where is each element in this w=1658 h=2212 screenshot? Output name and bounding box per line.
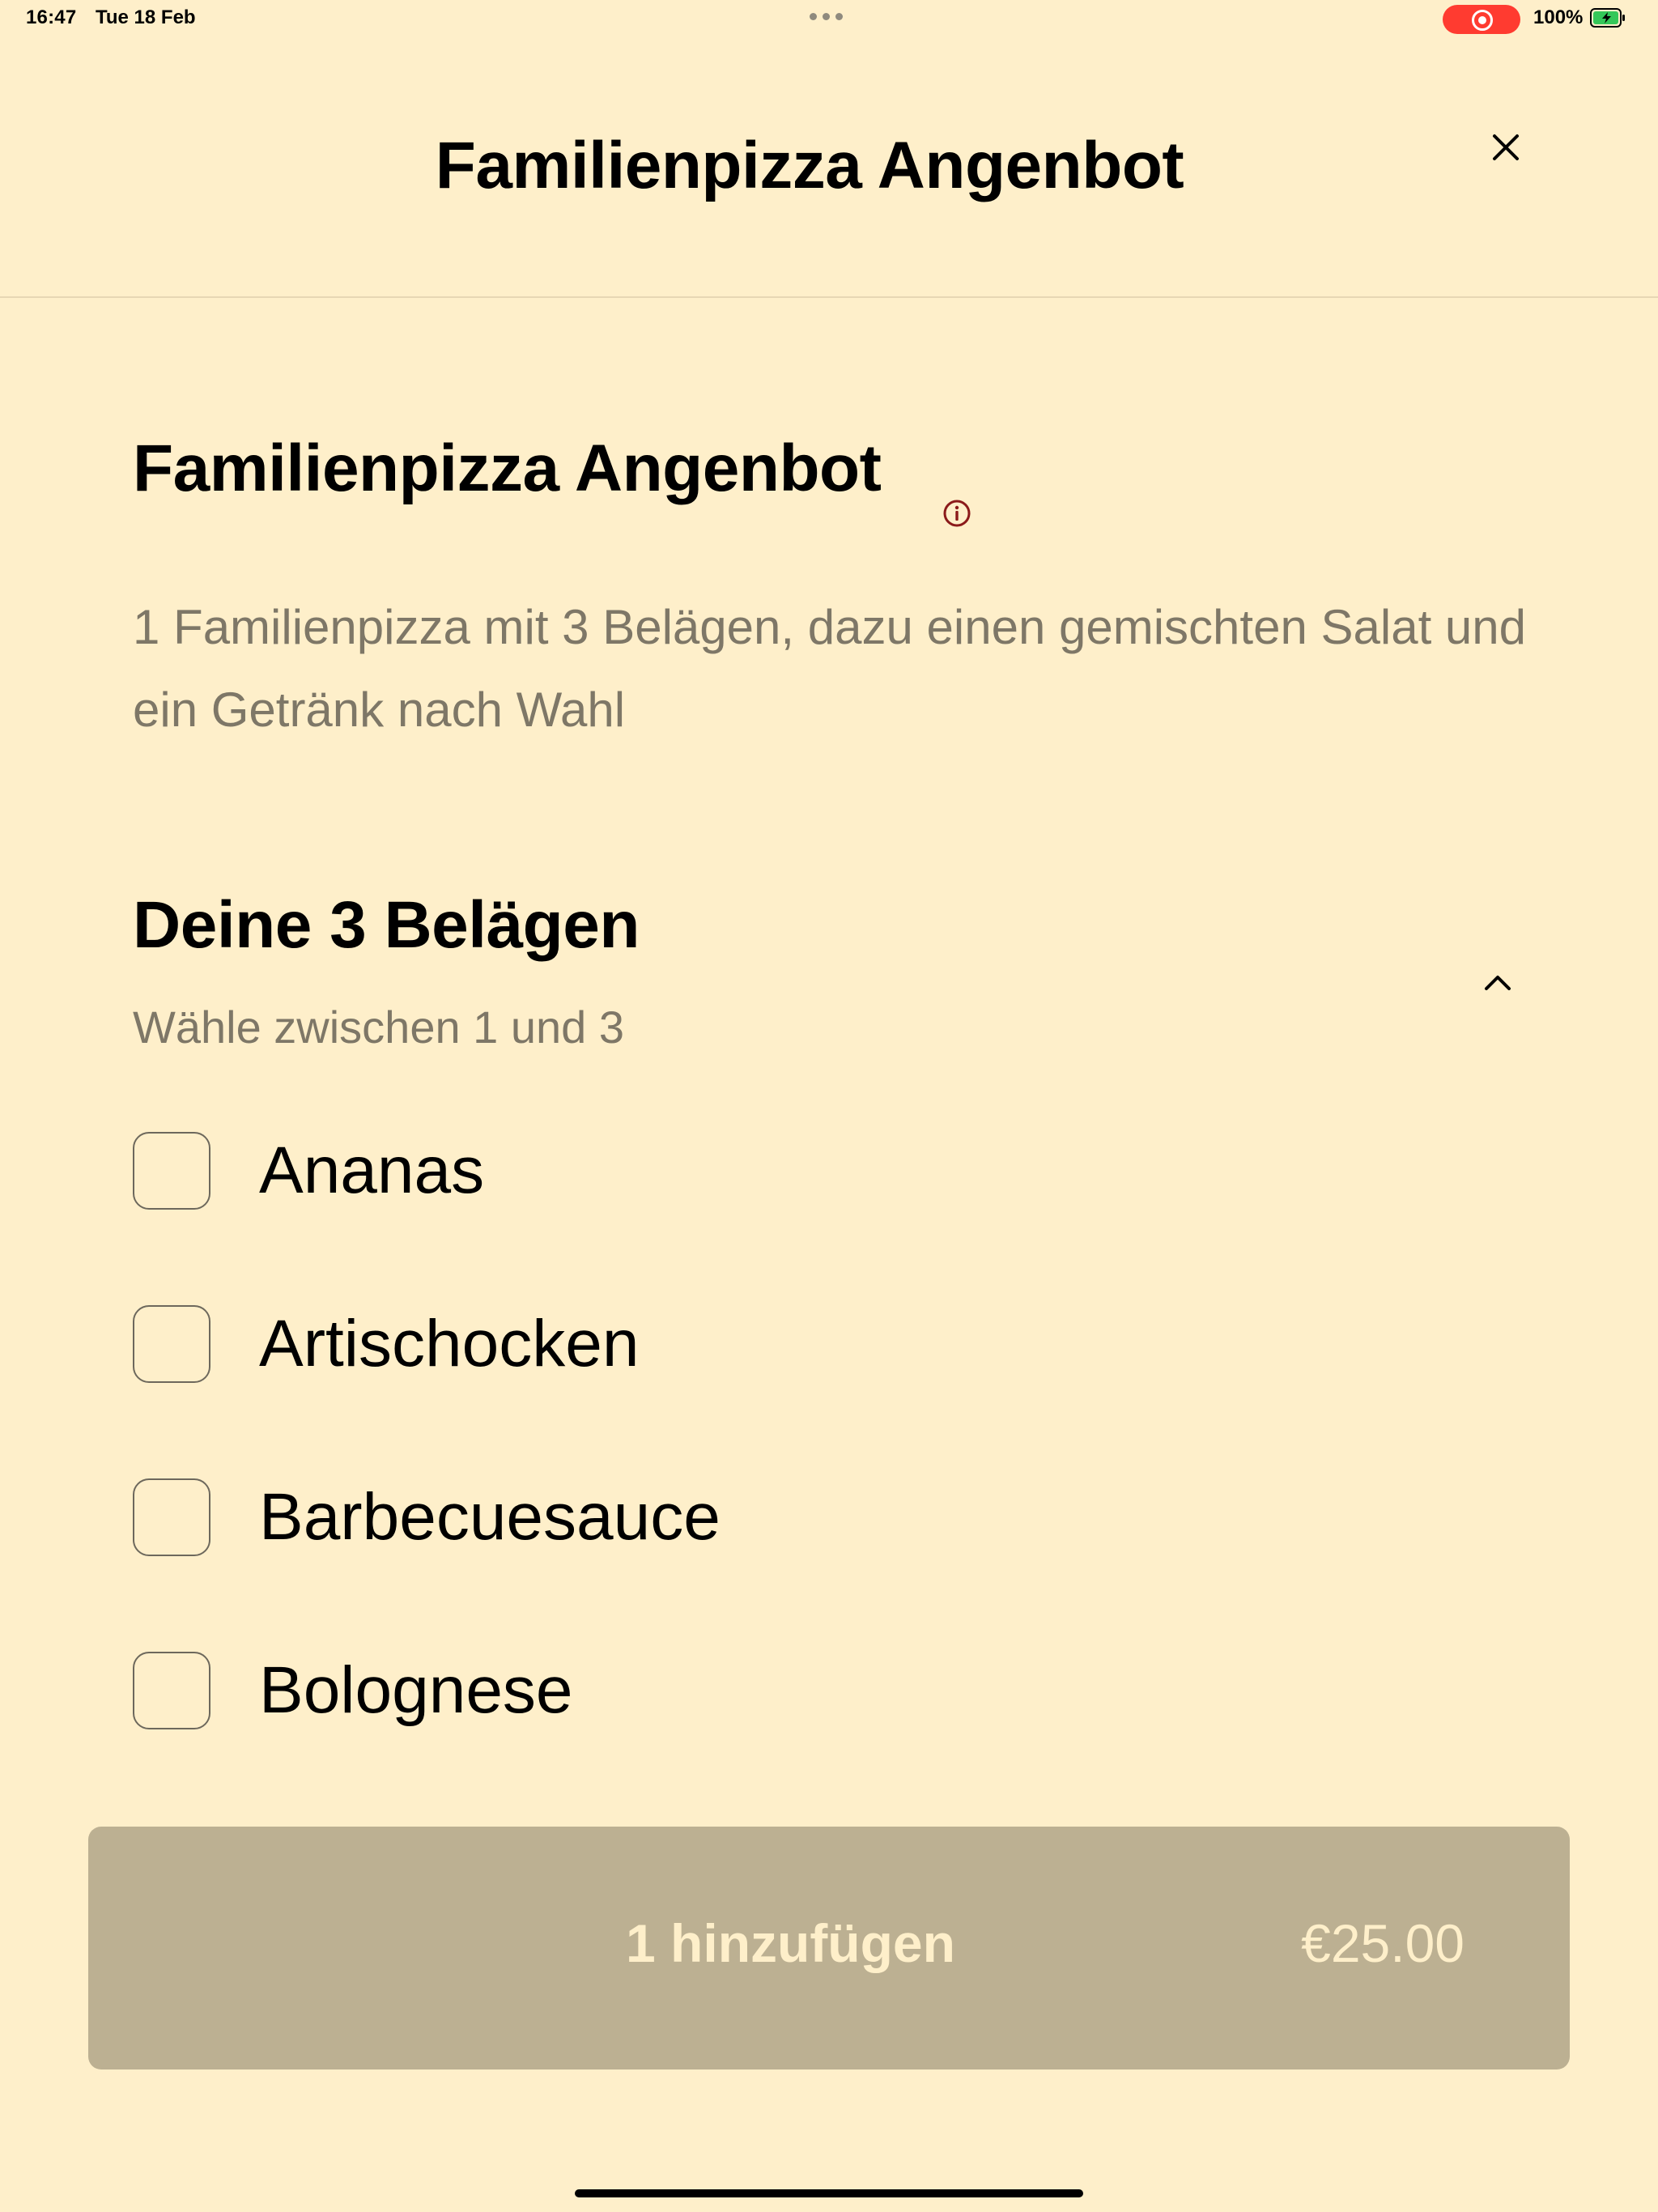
status-bar: 16:47 Tue 18 Feb 100% <box>0 0 1658 37</box>
topping-option-barbecuesauce[interactable]: Barbecuesauce <box>133 1478 1558 1563</box>
topping-checkbox[interactable] <box>133 1132 210 1210</box>
chevron-up-icon[interactable] <box>1482 967 1514 999</box>
header-divider <box>0 296 1658 298</box>
topping-label: Ananas <box>259 1134 485 1207</box>
topping-label: Barbecuesauce <box>259 1480 721 1554</box>
toppings-section-subtitle: Wähle zwischen 1 und 3 <box>133 1002 625 1053</box>
header-title: Familienpizza Angenbot <box>435 129 1184 202</box>
product-description: 1 Familienpizza mit 3 Belägen, dazu eine… <box>133 600 1527 737</box>
add-to-cart-button[interactable]: 1 hinzufügen €25.00 <box>88 1827 1570 2069</box>
topping-checkbox[interactable] <box>133 1652 210 1729</box>
topping-option-artischocken[interactable]: Artischocken <box>133 1305 1558 1389</box>
close-icon[interactable] <box>1486 128 1525 167</box>
info-icon[interactable] <box>942 499 971 528</box>
topping-option-bolognese[interactable]: Bolognese <box>133 1652 1558 1736</box>
multitasking-dots-icon[interactable] <box>810 13 843 20</box>
status-time: 16:47 <box>26 6 77 28</box>
topping-checkbox[interactable] <box>133 1478 210 1556</box>
screen-recording-icon[interactable] <box>1443 5 1520 34</box>
battery-icon <box>1590 8 1625 28</box>
add-button-label: 1 hinzufügen <box>626 1913 955 1973</box>
status-date: Tue 18 Feb <box>96 6 196 28</box>
home-indicator[interactable] <box>575 2189 1083 2197</box>
product-title: Familienpizza Angenbot <box>133 432 882 505</box>
topping-label: Artischocken <box>259 1307 640 1380</box>
add-button-price: €25.00 <box>1301 1913 1465 1973</box>
topping-label: Bolognese <box>259 1653 573 1727</box>
battery-percentage: 100% <box>1533 6 1584 28</box>
topping-checkbox[interactable] <box>133 1305 210 1383</box>
toppings-section-title: Deine 3 Belägen <box>133 888 640 962</box>
topping-option-ananas[interactable]: Ananas <box>133 1132 1558 1216</box>
